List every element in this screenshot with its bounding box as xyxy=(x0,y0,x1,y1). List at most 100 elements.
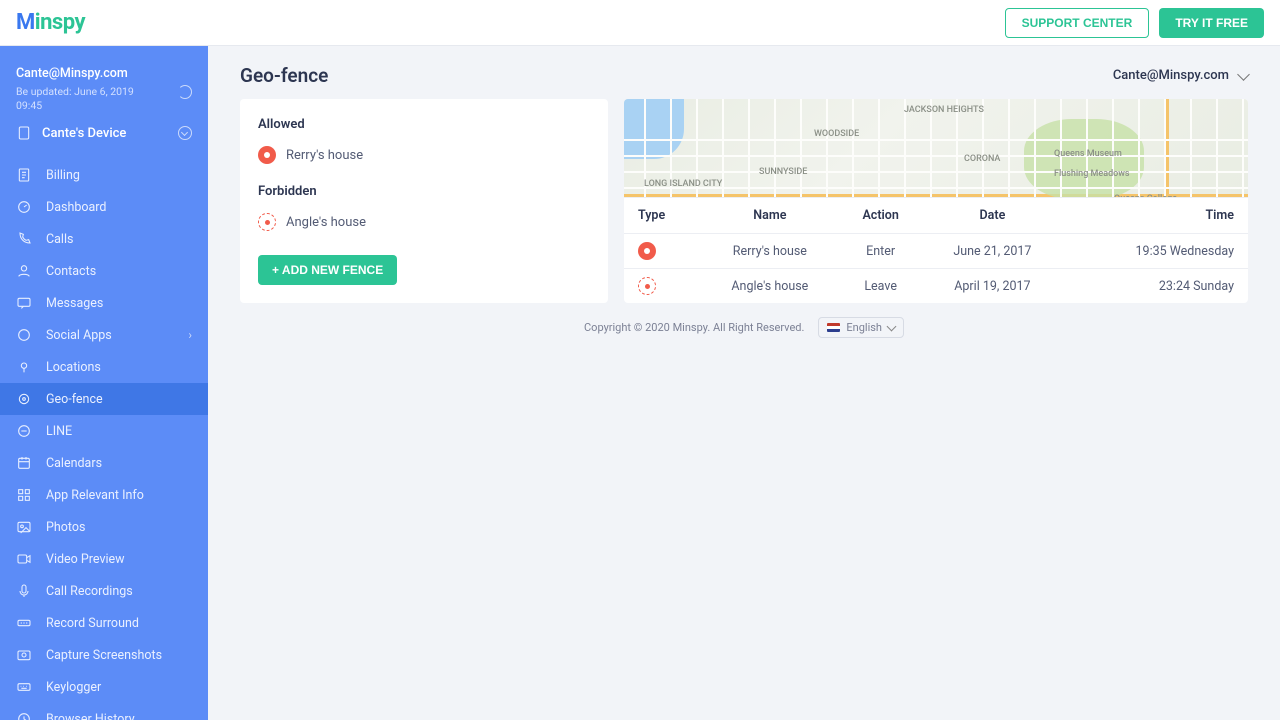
grid-icon xyxy=(16,487,32,503)
nav-label: Calendars xyxy=(46,456,102,471)
fence-item[interactable]: Rerry's house xyxy=(240,140,608,170)
chevron-down-icon xyxy=(1237,68,1250,81)
table-row[interactable]: Angle's houseLeaveApril 19, 201723:24 Su… xyxy=(624,269,1248,304)
sidebar-item-calendars[interactable]: Calendars xyxy=(0,447,208,479)
sidebar-item-record-surround[interactable]: Record Surround xyxy=(0,607,208,639)
chat-icon xyxy=(16,295,32,311)
clock-icon xyxy=(16,711,32,720)
mic-icon xyxy=(16,583,32,599)
sidebar-item-billing[interactable]: Billing xyxy=(0,159,208,191)
nav-label: Locations xyxy=(46,360,101,375)
flag-icon xyxy=(827,323,840,332)
row-pin-icon xyxy=(638,277,656,295)
chevron-right-icon: › xyxy=(188,328,192,342)
sidebar-item-geo-fence[interactable]: Geo-fence xyxy=(0,383,208,415)
sidebar-item-browser-history[interactable]: Browser History xyxy=(0,703,208,720)
nav-label: Dashboard xyxy=(46,200,106,215)
sidebar-item-messages[interactable]: Messages xyxy=(0,287,208,319)
row-action: Leave xyxy=(841,269,921,304)
sidebar-item-dashboard[interactable]: Dashboard xyxy=(0,191,208,223)
row-time: 23:24 Sunday xyxy=(1064,269,1248,304)
row-name: Angle's house xyxy=(699,269,841,304)
fence-list-panel: Allowed Rerry's house Forbidden Angle's … xyxy=(240,99,608,303)
fence-item[interactable]: Angle's house xyxy=(240,207,608,237)
target-icon xyxy=(16,391,32,407)
row-time: 19:35 Wednesday xyxy=(1064,234,1248,269)
sidebar-email: Cante@Minspy.com xyxy=(16,66,192,81)
row-name: Rerry's house xyxy=(699,234,841,269)
row-pin-icon xyxy=(638,242,656,260)
account-dropdown[interactable]: Cante@Minspy.com xyxy=(1113,68,1248,83)
line-icon xyxy=(16,423,32,439)
chevron-down-icon xyxy=(178,126,192,140)
sidebar-item-photos[interactable]: Photos xyxy=(0,511,208,543)
nav-label: App Relevant Info xyxy=(46,488,144,503)
device-label: Cante's Device xyxy=(42,126,126,141)
forbidden-heading: Forbidden xyxy=(258,184,590,199)
map-panel: JACKSON HEIGHTSWOODSIDESUNNYSIDELONG ISL… xyxy=(624,99,1248,303)
page-title: Geo-fence xyxy=(240,64,328,87)
nav-label: Contacts xyxy=(46,264,96,279)
th-date: Date xyxy=(921,198,1065,234)
pin-icon xyxy=(16,359,32,375)
content: Geo-fence Cante@Minspy.com Allowed Rerry… xyxy=(208,46,1280,720)
th-type: Type xyxy=(624,198,699,234)
map[interactable]: JACKSON HEIGHTSWOODSIDESUNNYSIDELONG ISL… xyxy=(624,99,1248,197)
nav-label: Messages xyxy=(46,296,103,311)
add-fence-button[interactable]: + ADD NEW FENCE xyxy=(258,255,397,285)
activity-table: Type Name Action Date Time Rerry's house… xyxy=(624,197,1248,303)
nav-label: Calls xyxy=(46,232,73,247)
sidebar-item-calls[interactable]: Calls xyxy=(0,223,208,255)
user-icon xyxy=(16,263,32,279)
sidebar-item-social-apps[interactable]: Social Apps › xyxy=(0,319,208,351)
nav-label: Record Surround xyxy=(46,616,139,631)
nav-label: Keylogger xyxy=(46,680,101,695)
brand-logo: Minspy xyxy=(16,10,85,35)
th-action: Action xyxy=(841,198,921,234)
row-date: April 19, 2017 xyxy=(921,269,1065,304)
image-icon xyxy=(16,519,32,535)
fence-name: Angle's house xyxy=(286,215,366,230)
sidebar-item-app-relevant-info[interactable]: App Relevant Info xyxy=(0,479,208,511)
device-icon xyxy=(16,125,32,141)
device-select[interactable]: Cante's Device xyxy=(16,125,192,141)
fence-name: Rerry's house xyxy=(286,148,363,163)
table-row[interactable]: Rerry's houseEnterJune 21, 201719:35 Wed… xyxy=(624,234,1248,269)
language-select[interactable]: English xyxy=(818,317,904,338)
sidebar-item-locations[interactable]: Locations xyxy=(0,351,208,383)
map-label: JACKSON HEIGHTS xyxy=(904,105,984,115)
chevron-down-icon xyxy=(887,322,897,332)
fence-pin-icon xyxy=(258,146,276,164)
try-free-button[interactable]: TRY IT FREE xyxy=(1159,8,1264,38)
bubble-icon xyxy=(16,327,32,343)
nav-label: Capture Screenshots xyxy=(46,648,162,663)
sidebar-item-line[interactable]: LINE xyxy=(0,415,208,447)
wave-icon xyxy=(16,615,32,631)
nav-label: Billing xyxy=(46,168,80,183)
lang-label: English xyxy=(846,321,882,334)
capture-icon xyxy=(16,647,32,663)
support-button[interactable]: SUPPORT CENTER xyxy=(1005,8,1150,38)
nav-label: Browser History xyxy=(46,712,135,720)
keyboard-icon xyxy=(16,679,32,695)
sidebar-item-capture-screenshots[interactable]: Capture Screenshots xyxy=(0,639,208,671)
copyright: Copyright © 2020 Minspy. All Right Reser… xyxy=(584,321,804,334)
nav-label: Video Preview xyxy=(46,552,125,567)
sidebar-item-video-preview[interactable]: Video Preview xyxy=(0,543,208,575)
nav-label: LINE xyxy=(46,424,72,439)
topbar: Minspy SUPPORT CENTER TRY IT FREE xyxy=(0,0,1280,46)
allowed-heading: Allowed xyxy=(258,117,590,132)
th-time: Time xyxy=(1064,198,1248,234)
fence-pin-icon xyxy=(258,213,276,231)
sidebar[interactable]: Cante@Minspy.com Be updated: June 6, 201… xyxy=(0,46,208,720)
nav-label: Call Recordings xyxy=(46,584,133,599)
nav-label: Social Apps xyxy=(46,328,112,343)
sidebar-item-call-recordings[interactable]: Call Recordings xyxy=(0,575,208,607)
sidebar-item-keylogger[interactable]: Keylogger xyxy=(0,671,208,703)
account-label: Cante@Minspy.com xyxy=(1113,68,1229,83)
nav-label: Geo-fence xyxy=(46,392,103,407)
refresh-icon[interactable] xyxy=(178,85,192,99)
gauge-icon xyxy=(16,199,32,215)
nav-label: Photos xyxy=(46,520,85,535)
sidebar-item-contacts[interactable]: Contacts xyxy=(0,255,208,287)
